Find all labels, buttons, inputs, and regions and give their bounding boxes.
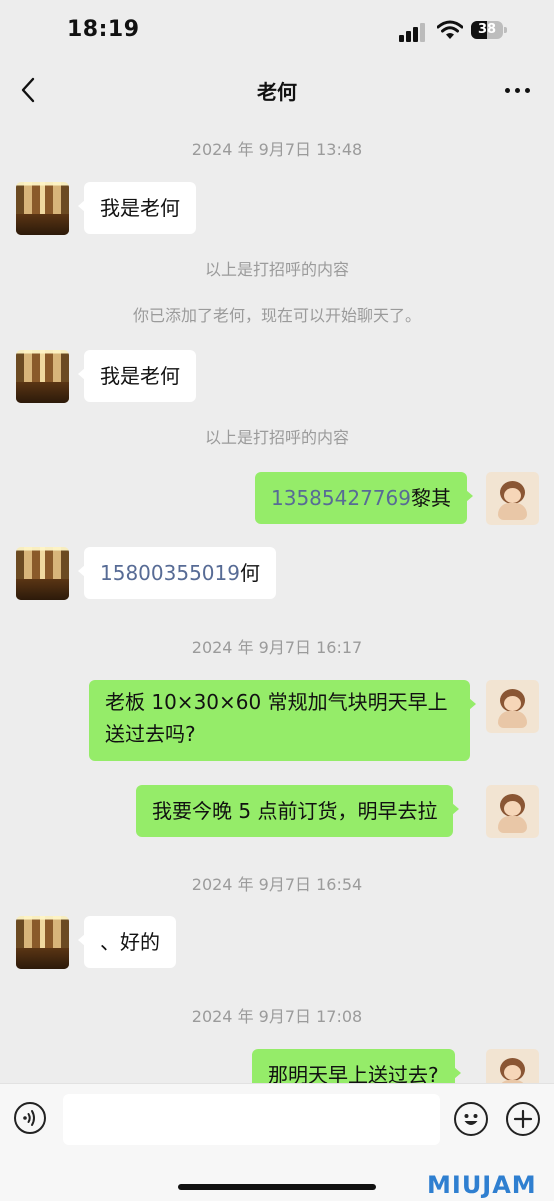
battery-icon: 38 [471,20,507,40]
contact-avatar[interactable] [16,916,69,969]
contact-avatar[interactable] [16,547,69,600]
cellular-signal-icon [399,22,429,42]
plus-circle-icon[interactable] [506,1102,540,1136]
phone-number-link[interactable]: 15800355019 [100,561,240,585]
status-time: 18:19 [67,17,140,42]
watermark-text: MIUJAM [427,1171,537,1199]
timestamp: 2024 年 9月7日 13:48 [191,140,363,159]
emoji-icon[interactable] [454,1102,488,1136]
system-message: 以上是打招呼的内容 [204,428,349,447]
message-text: 黎其 [410,486,451,510]
message-bubble-outgoing[interactable]: 我要今晚 5 点前订货，明早去拉 [136,785,460,837]
voice-icon[interactable] [14,1102,46,1134]
nav-bar: 老何 [0,62,554,118]
message-text-line: 送过去吗? [105,722,196,746]
status-bar: 18:19 38 [0,0,554,62]
system-message: 你已添加了老何，现在可以开始聊天了。 [132,306,421,325]
user-avatar[interactable] [486,680,539,733]
message-text: 我要今晚 5 点前订货，明早去拉 [152,799,438,823]
user-avatar[interactable] [486,785,539,838]
message-text-line: 老板 10×30×60 常规加气块明天早上 [105,690,448,714]
phone-number-link[interactable]: 13585427769 [271,486,411,510]
wifi-icon [436,20,464,40]
home-indicator [178,1184,376,1190]
message-input[interactable] [63,1094,440,1145]
system-message: 以上是打招呼的内容 [204,260,349,279]
message-bubble-outgoing[interactable]: 老板 10×30×60 常规加气块明天早上 送过去吗? [89,680,476,761]
timestamp: 2024 年 9月7日 16:17 [191,638,363,657]
message-text: 何 [239,561,260,585]
message-bubble-incoming[interactable]: 我是老何 [78,350,196,402]
message-text: 、好的 [100,930,160,954]
timestamp: 2024 年 9月7日 16:54 [191,875,363,894]
message-bubble-incoming[interactable]: 15800355019何 [78,547,276,599]
timestamp: 2024 年 9月7日 17:08 [191,1007,363,1026]
more-horizontal-icon[interactable] [500,78,534,102]
chat-title: 老何 [257,80,297,104]
message-text: 我是老何 [100,364,180,388]
message-bubble-incoming[interactable]: 、好的 [78,916,176,968]
message-bubble-outgoing[interactable]: 13585427769黎其 [255,472,473,524]
battery-level: 38 [477,22,497,37]
message-text: 我是老何 [100,196,180,220]
user-avatar[interactable] [486,472,539,525]
contact-avatar[interactable] [16,350,69,403]
message-bubble-incoming[interactable]: 我是老何 [78,182,196,234]
contact-avatar[interactable] [16,182,69,235]
